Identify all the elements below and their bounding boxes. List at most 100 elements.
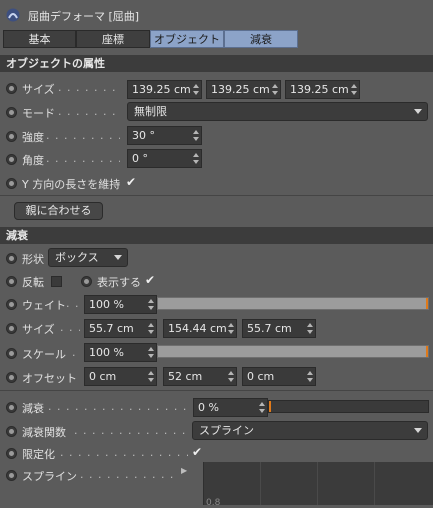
leader-dots: . .: [66, 297, 80, 310]
tab-falloff[interactable]: 減衰: [224, 30, 298, 48]
clamp-checkbox[interactable]: ✔: [192, 446, 202, 458]
weight-label: ウェイト: [22, 299, 66, 312]
anim-dot[interactable]: [6, 154, 17, 165]
tab-basic[interactable]: 基本: [3, 30, 76, 48]
tab-object[interactable]: オブジェクト: [150, 30, 224, 48]
spinner-icon[interactable]: [148, 346, 154, 359]
slider-handle[interactable]: [269, 401, 271, 412]
section-object-header: オブジェクトの属性: [0, 55, 433, 72]
spinner-icon[interactable]: [307, 370, 313, 383]
offset-z-field[interactable]: 0 cm: [242, 367, 316, 386]
leader-dots: . . . . . . . . . . . . . . . .: [74, 424, 188, 437]
section-falloff-header: 減衰: [0, 227, 433, 244]
offset-label: オフセット: [22, 372, 77, 385]
spinner-icon[interactable]: [228, 370, 234, 383]
mode-dropdown[interactable]: 無制限: [127, 102, 428, 121]
anim-dot[interactable]: [6, 448, 17, 459]
leader-dots: . . . . . . . . . . . . . . . . . . . . …: [48, 400, 188, 413]
expand-arrow-icon[interactable]: ▶: [181, 466, 187, 475]
clamp-label: 限定化: [22, 448, 55, 461]
grid-line: [374, 462, 375, 505]
spline-label: スプライン: [22, 470, 77, 483]
show-checkbox[interactable]: ✔: [145, 274, 155, 286]
chevron-down-icon: [414, 109, 422, 114]
spinner-icon[interactable]: [193, 83, 199, 96]
falloff-size-y-field[interactable]: 154.44 cm: [163, 319, 237, 338]
falloff-size-x-field[interactable]: 55.7 cm: [84, 319, 157, 338]
size-label: サイズ: [22, 83, 55, 96]
spinner-icon[interactable]: [193, 129, 199, 142]
anim-dot[interactable]: [6, 323, 17, 334]
grid-line: [260, 462, 261, 505]
invert-label: 反転: [22, 276, 44, 289]
grid-line: [317, 462, 318, 505]
spinner-icon[interactable]: [228, 322, 234, 335]
invert-checkbox[interactable]: [51, 276, 62, 287]
anim-dot[interactable]: [6, 426, 17, 437]
anim-dot[interactable]: [6, 299, 17, 310]
leader-dots: . . . . . . . . .: [58, 81, 120, 94]
anim-dot[interactable]: [6, 276, 17, 287]
anim-dot[interactable]: [6, 348, 17, 359]
scale-field[interactable]: 100 %: [84, 343, 157, 362]
bend-deformer-icon: [6, 8, 20, 22]
shape-label: 形状: [22, 253, 44, 266]
slider-handle[interactable]: [426, 346, 428, 357]
spinner-icon[interactable]: [307, 322, 313, 335]
graph-tick-label: 0.8: [206, 498, 221, 508]
falloff-size-label: サイズ: [22, 323, 55, 336]
spinner-icon[interactable]: [351, 83, 357, 96]
anim-dot[interactable]: [6, 372, 17, 383]
spline-graph[interactable]: 0.8: [203, 462, 433, 508]
leader-dots: . .: [72, 346, 82, 359]
offset-y-field[interactable]: 52 cm: [163, 367, 237, 386]
anim-dot[interactable]: [6, 402, 17, 413]
anim-dot[interactable]: [6, 107, 17, 118]
chevron-down-icon: [414, 428, 422, 433]
anim-dot[interactable]: [6, 131, 17, 142]
falloff-percent-field[interactable]: 0 %: [193, 398, 268, 417]
angle-field[interactable]: 0 °: [127, 149, 202, 168]
angle-label: 角度: [22, 154, 44, 167]
leader-dots: . . . . . . . . . . .: [46, 152, 120, 165]
anim-dot[interactable]: [81, 276, 92, 287]
strength-field[interactable]: 30 °: [127, 126, 202, 145]
strength-label: 強度: [22, 131, 44, 144]
spinner-icon[interactable]: [148, 322, 154, 335]
leader-dots: . . .: [60, 321, 80, 334]
tab-coord[interactable]: 座標: [76, 30, 150, 48]
spinner-icon[interactable]: [272, 83, 278, 96]
anim-dot[interactable]: [6, 253, 17, 264]
leader-dots: . . . . . . . . . . .: [46, 129, 120, 142]
anim-dot[interactable]: [6, 470, 17, 481]
spinner-icon[interactable]: [193, 152, 199, 165]
slider-handle[interactable]: [426, 298, 428, 309]
offset-x-field[interactable]: 0 cm: [84, 367, 157, 386]
leader-dots: . . . . . . . . . . . . . . . . . . .: [60, 446, 188, 459]
size-z-field[interactable]: 139.25 cm: [285, 80, 360, 99]
title-bar: 屈曲デフォーマ [屈曲]: [0, 0, 433, 30]
falloff-size-z-field[interactable]: 55.7 cm: [242, 319, 316, 338]
divider: [0, 195, 433, 196]
leader-dots: . . . . . . . . .: [58, 105, 120, 118]
spinner-icon[interactable]: [148, 370, 154, 383]
spinner-icon[interactable]: [148, 298, 154, 311]
leader-dots: . . . . . . . . . . . . . .: [80, 468, 176, 481]
size-y-field[interactable]: 139.25 cm: [206, 80, 281, 99]
weight-slider[interactable]: [157, 297, 429, 310]
size-x-field[interactable]: 139.25 cm: [127, 80, 202, 99]
scale-label: スケール: [22, 348, 66, 361]
falloff-function-dropdown[interactable]: スプライン: [192, 421, 428, 440]
weight-field[interactable]: 100 %: [84, 295, 157, 314]
falloff-percent-slider[interactable]: [268, 400, 429, 413]
falloff-percent-label: 減衰: [22, 402, 44, 415]
fit-to-parent-button[interactable]: 親に合わせる: [14, 202, 103, 220]
divider: [0, 390, 433, 391]
anim-dot[interactable]: [6, 83, 17, 94]
anim-dot[interactable]: [6, 178, 17, 189]
scale-slider[interactable]: [157, 345, 429, 358]
spinner-icon[interactable]: [259, 401, 265, 414]
shape-dropdown[interactable]: ボックス: [48, 248, 128, 267]
chevron-down-icon: [114, 255, 122, 260]
keep-y-checkbox[interactable]: ✔: [126, 176, 136, 188]
